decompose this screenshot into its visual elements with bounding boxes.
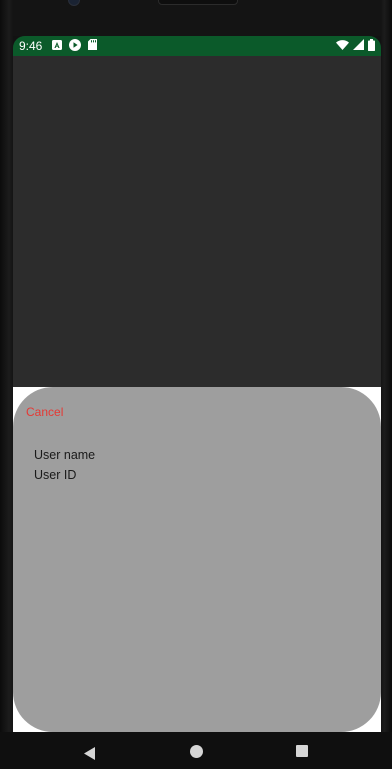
a-notification-icon: [52, 39, 63, 53]
screen: 9:46 Cancel User name User ID: [13, 36, 381, 732]
bottom-sheet: Cancel User name User ID: [13, 387, 381, 732]
status-bar: 9:46: [13, 36, 381, 56]
battery-icon: [368, 38, 375, 54]
home-icon[interactable]: [190, 745, 203, 758]
status-notification-icons: [52, 38, 98, 54]
user-id-label: User ID: [34, 468, 77, 482]
app-content-area: [13, 56, 381, 387]
phone-device: 9:46 Cancel User name User ID: [0, 0, 392, 769]
sd-card-icon: [88, 39, 98, 53]
cell-signal-icon: [353, 39, 364, 53]
earpiece-speaker: [158, 0, 238, 5]
back-icon[interactable]: [84, 745, 96, 764]
user-info-list: User name User ID: [34, 445, 95, 485]
top-bezel: [0, 0, 392, 36]
user-name-label: User name: [34, 448, 96, 462]
cancel-button[interactable]: Cancel: [26, 405, 63, 419]
status-time: 9:46: [19, 39, 43, 53]
left-bezel: [0, 0, 13, 732]
play-store-icon: [69, 38, 82, 54]
navigation-bar: [0, 732, 392, 769]
status-system-icons: [336, 38, 375, 54]
right-bezel: [381, 0, 392, 732]
wifi-icon: [336, 39, 349, 53]
front-camera: [68, 0, 80, 6]
recents-icon[interactable]: [296, 745, 308, 757]
